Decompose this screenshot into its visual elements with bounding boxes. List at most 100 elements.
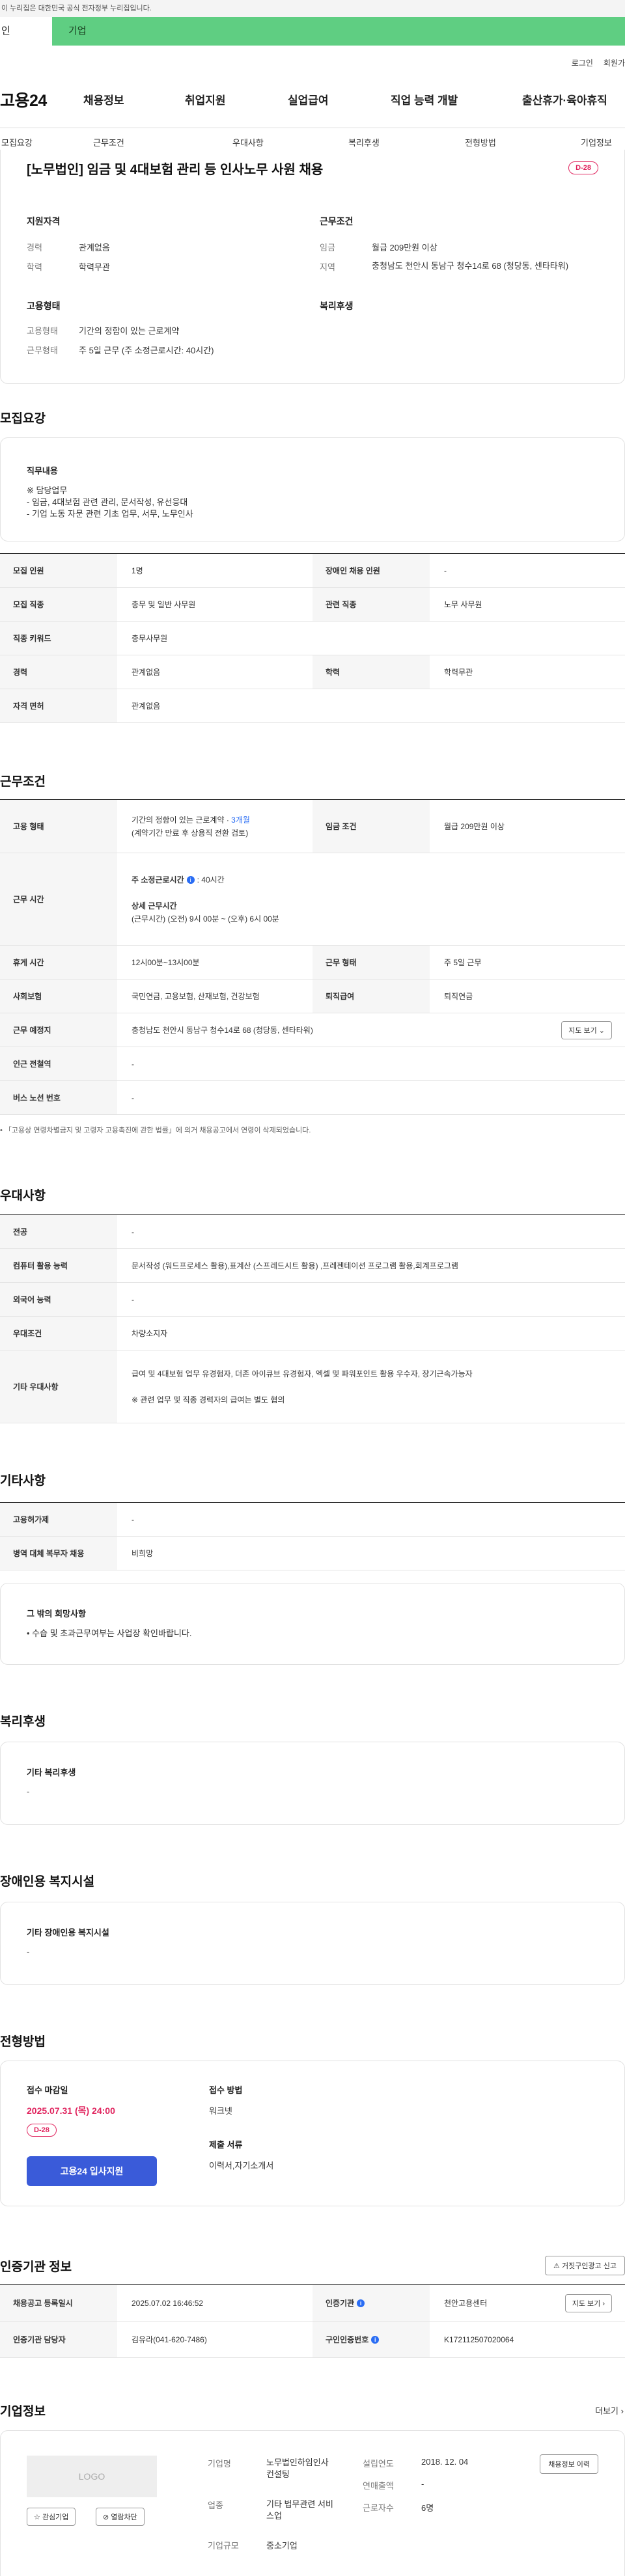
pref-table: 전공 - 컴퓨터 활용 능력 문서작성 (워드프로세스 활용),표계산 (스프레… xyxy=(0,1214,625,1423)
dday-badge: D-28 xyxy=(568,161,598,174)
menu-parental-leave[interactable]: 출산휴가·육아휴직 xyxy=(522,91,607,107)
sales-label: 연매출액 xyxy=(363,2481,394,2491)
weekly-title: 주 소정근로시간 xyxy=(132,875,184,884)
num-label-text: 구인인증번호 xyxy=(326,2335,369,2344)
tab-welfare[interactable]: 복리후생 xyxy=(348,136,380,148)
star-icon: ☆ xyxy=(34,2514,40,2521)
fav-company-button[interactable]: ☆ 관심기업 xyxy=(27,2508,76,2526)
table-row: 우대조건 차량소지자 xyxy=(0,1317,625,1350)
welfare-section-title: 복리후생 xyxy=(0,1715,46,1729)
num-label: 구인인증번호 i xyxy=(312,2322,430,2357)
etc-table: 고용허가제 - 병역 대체 복무자 채용 비희망 xyxy=(0,1502,625,1570)
service-switch-bar: 인 기업 xyxy=(0,17,625,46)
docs-value: 이력서,자기소개서 xyxy=(209,2161,274,2171)
region-label: 지역 xyxy=(320,262,335,272)
mil-value: 비희망 xyxy=(132,1549,154,1558)
cond-label: 우대조건 xyxy=(0,1317,117,1350)
table-row: 기타 우대사항 급여 및 4대보험 업무 유경험자, 더존 아이큐브 유경험자,… xyxy=(0,1350,625,1423)
menu-jobs[interactable]: 채용정보 xyxy=(83,91,124,107)
login-link[interactable]: 로그인 xyxy=(572,59,593,68)
tab-company[interactable]: 기업정보 xyxy=(581,136,612,148)
duty-line: - 기업 노동 자문 관련 기초 업무, 서무, 노무인사 xyxy=(27,509,193,519)
career-label: 경력 xyxy=(0,655,117,689)
break-label: 휴게 시간 xyxy=(0,946,117,979)
table-row: 근무 예정지 충청남도 천안시 동남구 청수14로 68 (청당동, 센타타워)… xyxy=(0,1013,625,1047)
name-value: 노무법인하임인사 컨설팅 xyxy=(266,2458,329,2479)
wage-value: 월급 209만원 이상 xyxy=(372,243,438,253)
wage-label: 임금 xyxy=(320,243,335,253)
emptype-note: (계약기간 만료 후 상용직 전환 검토) xyxy=(132,828,249,838)
table-row: 직종 키워드 총무사무원 xyxy=(0,622,625,655)
edu-value: 학력무관 xyxy=(444,668,473,677)
disab-value: - xyxy=(27,1947,30,1956)
duty-line: - 임금, 4대보험 관련 관리, 문서작성, 유선응대 xyxy=(27,497,188,507)
report-button[interactable]: ⚠ 거짓구인광고 신고 xyxy=(545,2256,625,2275)
size-label: 기업규모 xyxy=(208,2541,239,2551)
career-value: 관계없음 xyxy=(79,243,110,253)
rel-label: 관련 직종 xyxy=(312,588,430,621)
kw-value: 총무사무원 xyxy=(132,634,168,643)
insur-label: 고용허가제 xyxy=(0,1503,117,1536)
career-label: 경력 xyxy=(27,243,42,253)
inst-value: 천안고용센터 xyxy=(444,2299,488,2308)
duty-line: ※ 담당업무 xyxy=(27,486,68,495)
ins-label: 사회보험 xyxy=(0,980,117,1013)
table-row: 전공 - xyxy=(0,1215,625,1249)
disabled-label: 장애인 채용 인원 xyxy=(312,554,430,587)
apply-button[interactable]: 고용24 입사지원 xyxy=(27,2156,157,2186)
emptype-value: 기간의 정함이 있는 근로계약 · 3개월 (계약기간 만료 후 상용직 전환 … xyxy=(117,814,312,840)
company-title: 기업정보 xyxy=(0,2405,46,2418)
size-value: 중소기업 xyxy=(266,2541,298,2551)
info-icon[interactable]: i xyxy=(371,2335,380,2344)
welfare-title: 복리후생 xyxy=(320,301,354,311)
emp-title: 고용형태 xyxy=(27,301,61,311)
info-icon[interactable]: i xyxy=(186,876,195,884)
company-more-link[interactable]: 더보기 › xyxy=(595,2404,624,2417)
edu-label: 학력 xyxy=(27,262,42,272)
menu-unemployment[interactable]: 실업급여 xyxy=(288,91,329,107)
selection-title: 전형방법 xyxy=(0,2035,46,2049)
wage-label: 임금 조건 xyxy=(312,800,430,853)
map-button-label: 지도 보기 xyxy=(572,2300,601,2308)
map-button[interactable]: 지도 보기 ⌄ xyxy=(561,1021,612,1039)
info-icon[interactable]: i xyxy=(357,2299,365,2307)
worktype-label: 근무형태 xyxy=(27,346,58,355)
table-row: 근무 시간 주 소정근로시간 i: 40시간 상세 근무시간 (근무시간) (오전… xyxy=(0,853,625,946)
job-history-button[interactable]: 채용정보 이력 xyxy=(540,2454,598,2474)
ret-value: 퇴직연금 xyxy=(444,992,473,1001)
etc-line: ※ 관련 업무 및 직종 경력자의 급여는 별도 협의 xyxy=(132,1395,285,1404)
etc-line: 급여 및 4대보험 업무 유경험자, 더존 아이큐브 유경험자, 엑셀 및 파워… xyxy=(132,1369,473,1378)
tab-preference[interactable]: 우대사항 xyxy=(232,136,264,148)
form-value: 주 5일 근무 xyxy=(444,958,482,967)
block-company-button[interactable]: ⊘ 열람차단 xyxy=(96,2508,145,2526)
work-table: 고용 형태 기간의 정함이 있는 근로계약 · 3개월 (계약기간 만료 후 상… xyxy=(0,799,625,1115)
company-more-label: 더보기 xyxy=(595,2406,619,2416)
site-logo[interactable]: 고용24 xyxy=(0,88,47,111)
welfare-card: 기타 복리후생 - xyxy=(0,1742,625,1825)
mil-label: 병역 대체 복무자 채용 xyxy=(0,1537,117,1570)
chevron-right-icon: › xyxy=(620,2406,624,2416)
hours-label: 근무 시간 xyxy=(0,853,117,945)
bus-value: - xyxy=(132,1093,134,1103)
tab-recruit[interactable]: 모집요강 xyxy=(1,136,33,148)
tab-selection[interactable]: 전형방법 xyxy=(465,136,496,148)
table-row: 고용허가제 - xyxy=(0,1503,625,1537)
docs-label: 제출 서류 xyxy=(209,2140,243,2150)
table-row: 경력 관계없음 학력 학력무관 xyxy=(0,655,625,689)
tab-company[interactable]: 기업 xyxy=(68,17,87,46)
lang-value: - xyxy=(132,1295,134,1304)
lang-label: 외국어 능력 xyxy=(0,1283,117,1316)
est-value: 2018. 12. 04 xyxy=(421,2457,469,2467)
map-button[interactable]: 지도 보기 › xyxy=(564,2294,612,2312)
menu-training[interactable]: 직업 능력 개발 xyxy=(391,91,458,107)
subway-value: - xyxy=(132,1059,134,1069)
tab-conditions[interactable]: 근무조건 xyxy=(93,136,124,148)
menu-employment-support[interactable]: 취업지원 xyxy=(185,91,226,107)
gov-notice-bar: 이 누리집은 대한민국 공식 전자정부 누리집입니다. xyxy=(0,0,625,17)
age-notice-text: 「고용상 연령차별금지 및 고령자 고용촉진에 관한 법률」에 의거 채용공고에… xyxy=(4,1127,311,1134)
wish-label: 그 밖의 희망사항 xyxy=(27,1609,86,1619)
tab-personal[interactable]: 인 xyxy=(0,17,52,46)
name-label: 기업명 xyxy=(208,2459,231,2469)
signup-link[interactable]: 회원가 xyxy=(604,59,625,68)
region-value: 충청남도 천안시 동남구 청수14로 68 (청당동, 센타타워) xyxy=(372,261,569,271)
